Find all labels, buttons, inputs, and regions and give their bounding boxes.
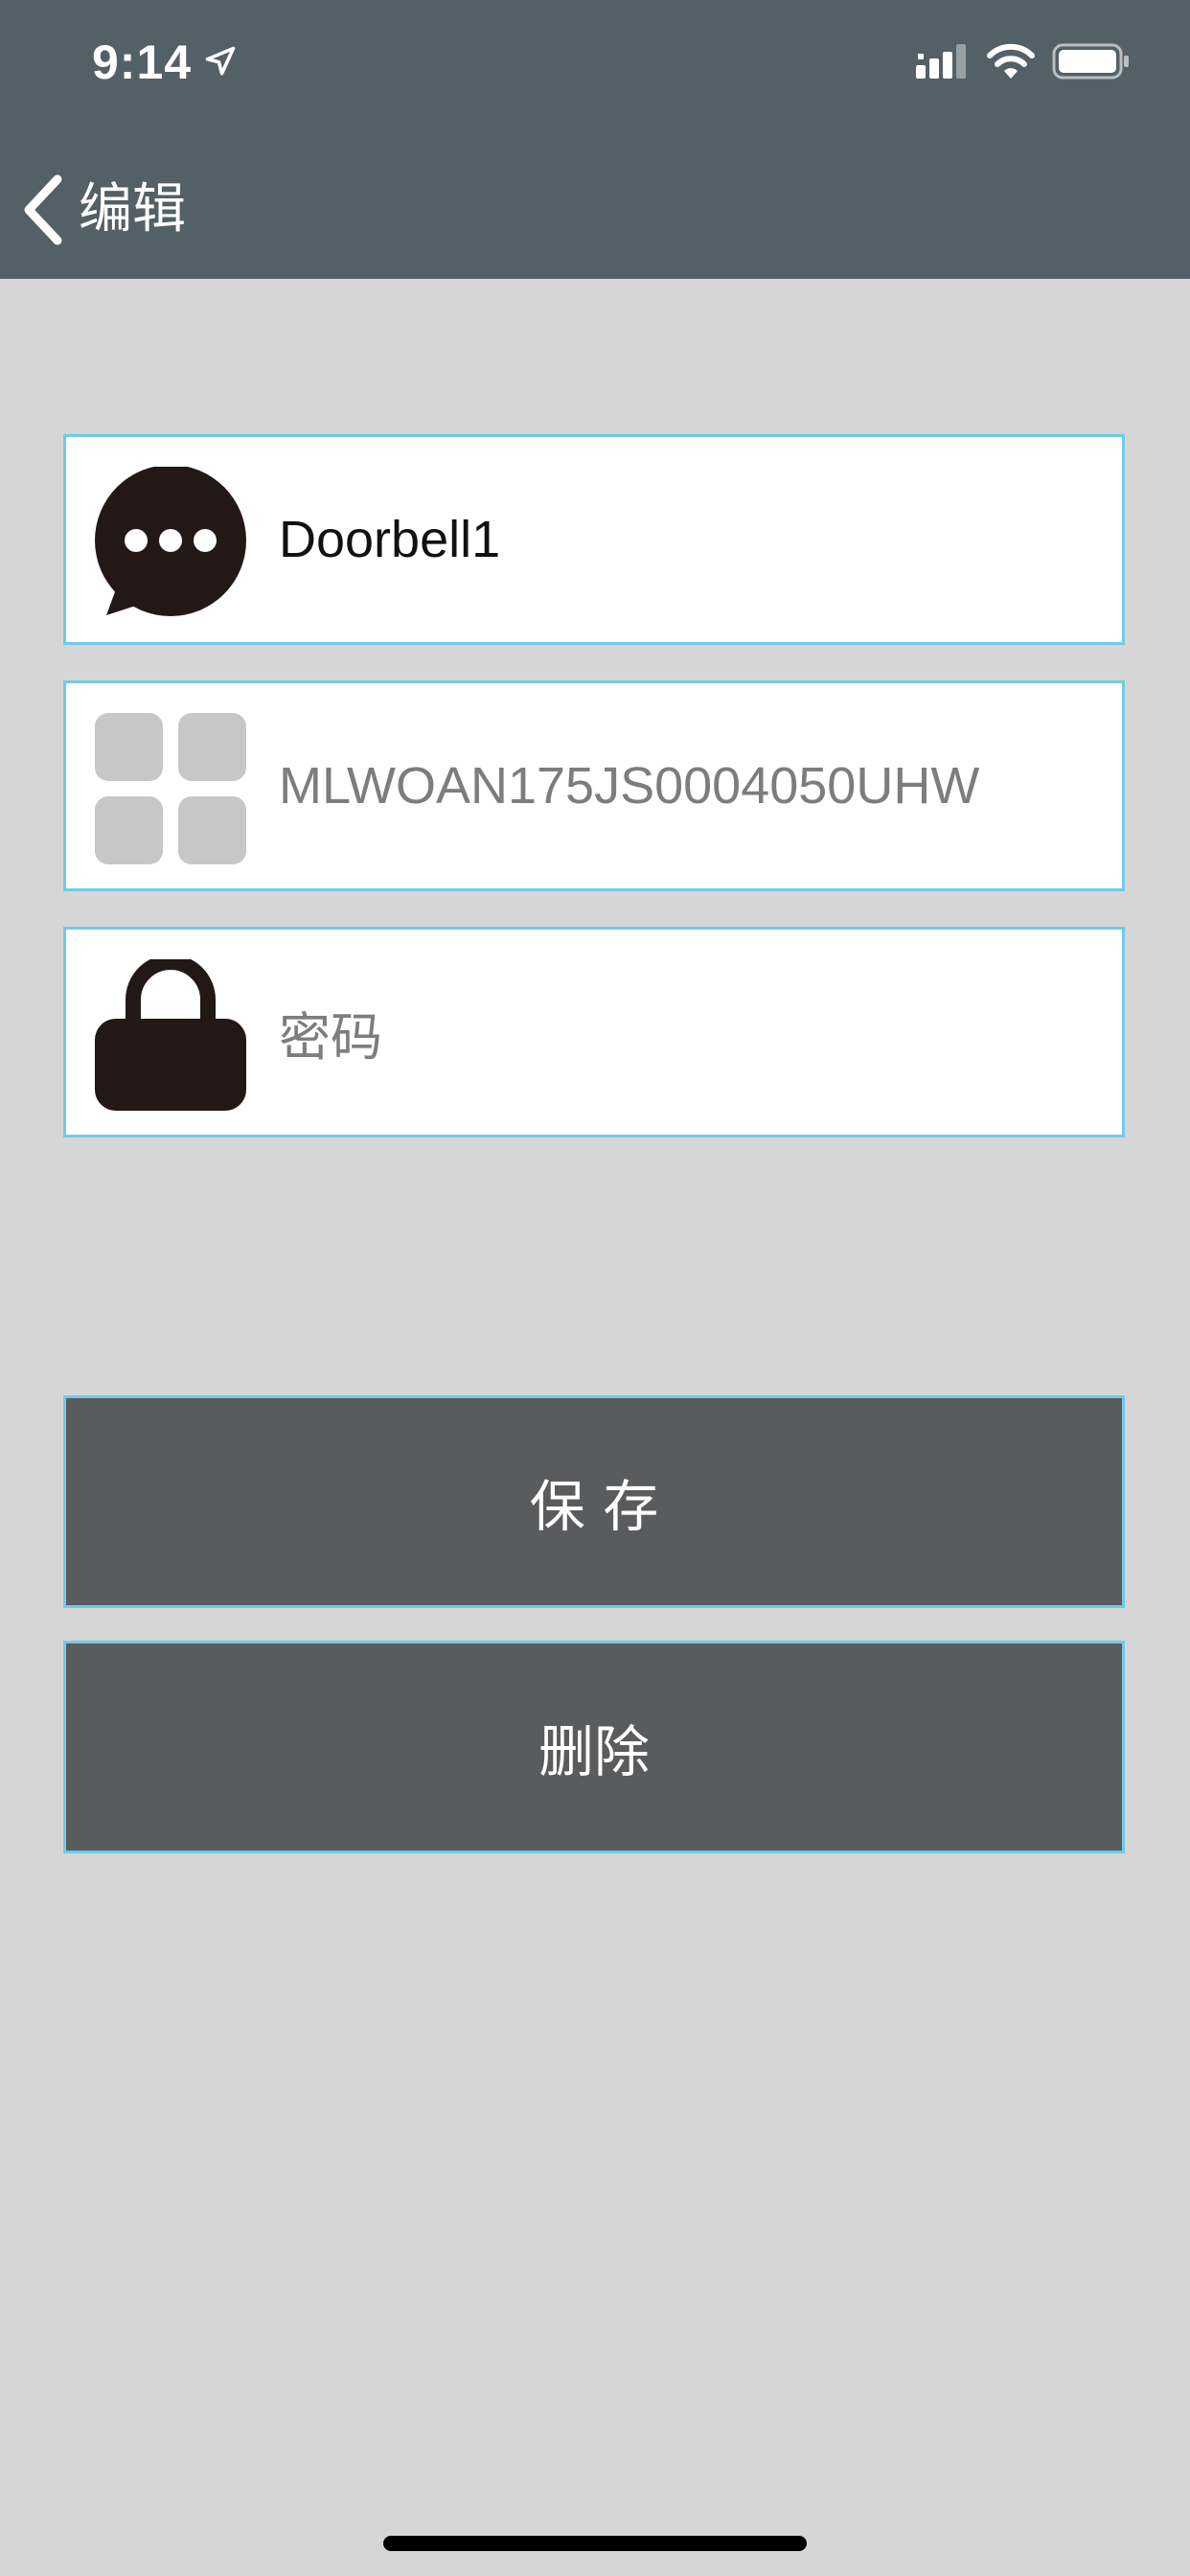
device-name-field[interactable]: Doorbell1 [63, 434, 1125, 645]
delete-button[interactable]: 删除 [63, 1641, 1125, 1853]
back-label: 编辑 [79, 178, 186, 241]
cellular-signal-icon [916, 44, 966, 79]
navigation-bar: 编辑 [0, 144, 1190, 278]
chevron-left-icon [24, 174, 62, 245]
grid-icon [95, 713, 246, 864]
save-button[interactable]: 保 存 [63, 1395, 1125, 1608]
back-button[interactable]: 编辑 [19, 167, 186, 253]
delete-button-label: 删除 [538, 1719, 650, 1784]
status-bar: 9:14 [0, 0, 1190, 126]
device-id-value: MLWOAN175JS0004050UHW [279, 757, 980, 815]
header-bar: 9:14 编辑 [0, 0, 1190, 279]
battery-icon [1052, 43, 1129, 80]
save-button-label: 保 存 [529, 1474, 659, 1539]
chat-bubble-icon [95, 467, 246, 616]
password-placeholder: 密码 [279, 1006, 382, 1068]
wifi-icon [987, 43, 1035, 79]
location-arrow-icon [205, 46, 236, 76]
password-field[interactable]: 密码 [63, 927, 1125, 1138]
status-time: 9:14 [92, 35, 193, 89]
device-name-value: Doorbell1 [279, 511, 501, 568]
lock-icon [95, 959, 246, 1111]
home-indicator[interactable] [383, 2536, 807, 2551]
device-id-field: MLWOAN175JS0004050UHW [63, 680, 1125, 891]
